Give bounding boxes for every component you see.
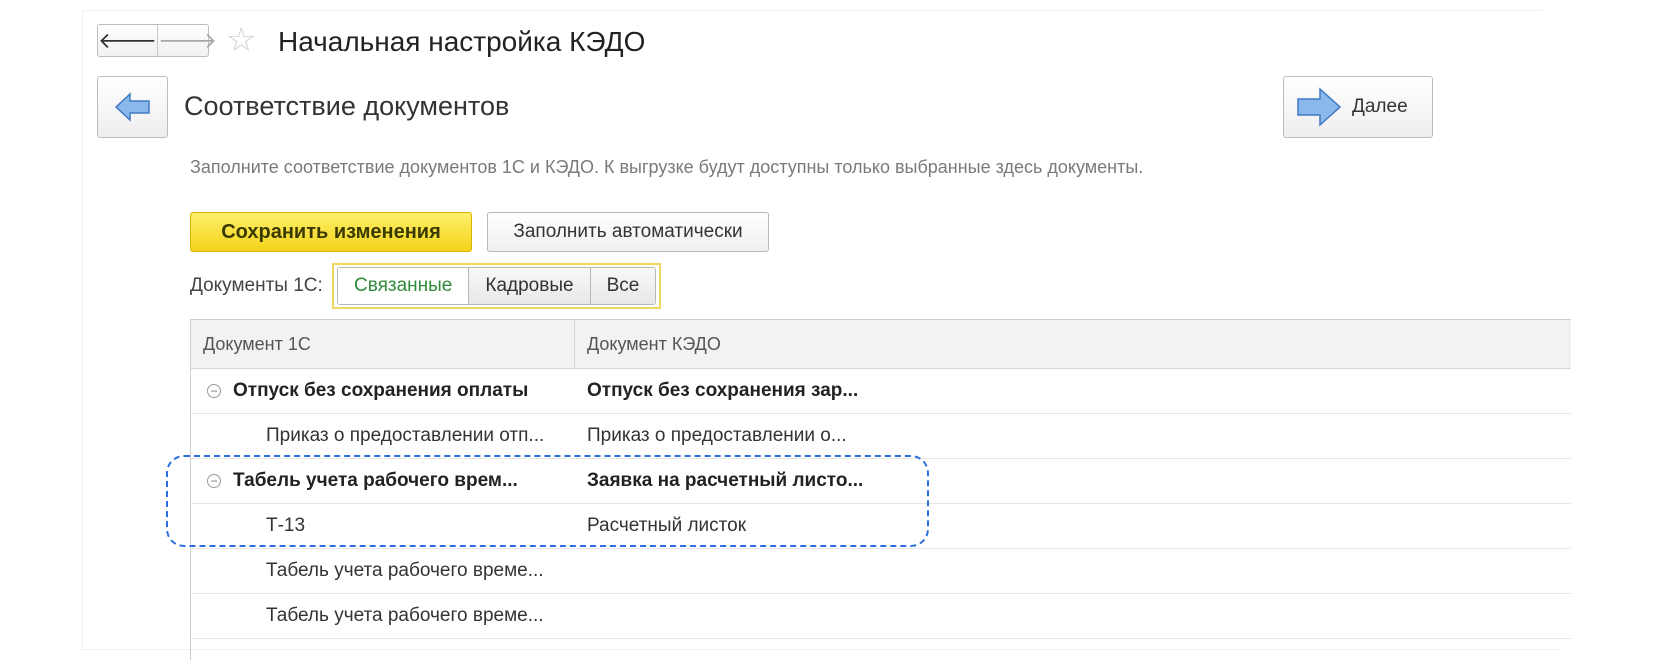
auto-fill-button[interactable]: Заполнить автоматически — [487, 212, 769, 252]
instruction-text: Заполните соответствие документов 1С и К… — [190, 157, 1144, 177]
window-title: Начальная настройка КЭДО — [278, 26, 646, 57]
forward-arrow-icon[interactable]: 🡒 — [157, 25, 217, 56]
column-header-kedo[interactable]: Документ КЭДО — [575, 320, 1571, 368]
doc1c-cell: Отпуск без сохранения оплаты — [233, 380, 529, 401]
kedo-cell: Расчетный листок — [587, 515, 747, 536]
filter-hr[interactable]: Кадровые — [468, 268, 590, 304]
kedo-cell: Приказ о предоставлении о... — [587, 425, 847, 446]
next-step-label: Далее — [1352, 96, 1408, 117]
history-nav: 🡐 🡒 — [97, 24, 217, 57]
collapse-icon[interactable]: − — [207, 474, 221, 488]
previous-step-button[interactable] — [97, 76, 168, 138]
table-row[interactable]: Табель учета рабочего време... — [191, 549, 1571, 594]
table-row[interactable]: Приказ о предоставлении отп... Приказ о … — [191, 414, 1571, 459]
right-arrow-icon — [1297, 87, 1342, 127]
documents-table: Документ 1С Документ КЭДО − Отпуск без со… — [190, 319, 1571, 660]
save-changes-button[interactable]: Сохранить изменения — [190, 212, 472, 252]
filter-all[interactable]: Все — [589, 268, 656, 304]
filter-linked[interactable]: Связанные — [338, 268, 469, 304]
doc1c-cell: Приказ о предоставлении отп... — [266, 425, 545, 446]
table-row[interactable]: Табель учета рабочего време... — [191, 594, 1571, 639]
doc1c-cell: Табель учета рабочего време... — [266, 560, 544, 581]
frame-left-border — [82, 10, 83, 650]
table-row[interactable]: − Табель учета рабочего врем... Заявка на… — [191, 459, 1571, 504]
frame-top-border — [82, 10, 1542, 11]
column-header-doc1c[interactable]: Документ 1С — [191, 320, 575, 368]
next-step-button[interactable]: Далее — [1283, 76, 1433, 138]
kedo-cell: Отпуск без сохранения зар... — [587, 380, 859, 401]
document-filter: Связанные Кадровые Все — [332, 263, 662, 309]
table-header: Документ 1С Документ КЭДО — [191, 320, 1571, 369]
doc1c-cell: Табель учета рабочего врем... — [233, 470, 518, 491]
collapse-icon[interactable]: − — [207, 384, 221, 398]
table-row[interactable]: − Отпуск без сохранения оплаты Отпуск без… — [191, 369, 1571, 414]
table-row[interactable]: Т-13 Расчетный листок — [191, 504, 1571, 549]
filter-label: Документы 1С: — [190, 275, 323, 296]
doc1c-cell: Табель учета рабочего време... — [266, 605, 544, 626]
doc1c-cell: Т-13 — [266, 515, 306, 536]
step-title: Соответствие документов — [184, 91, 510, 121]
kedo-cell — [575, 594, 1571, 638]
back-arrow-icon[interactable]: 🡐 — [98, 25, 157, 56]
kedo-cell — [575, 549, 1571, 593]
left-arrow-icon — [114, 92, 150, 122]
kedo-cell: Заявка на расчетный листо... — [587, 470, 864, 491]
star-icon[interactable]: ☆ — [226, 22, 256, 58]
